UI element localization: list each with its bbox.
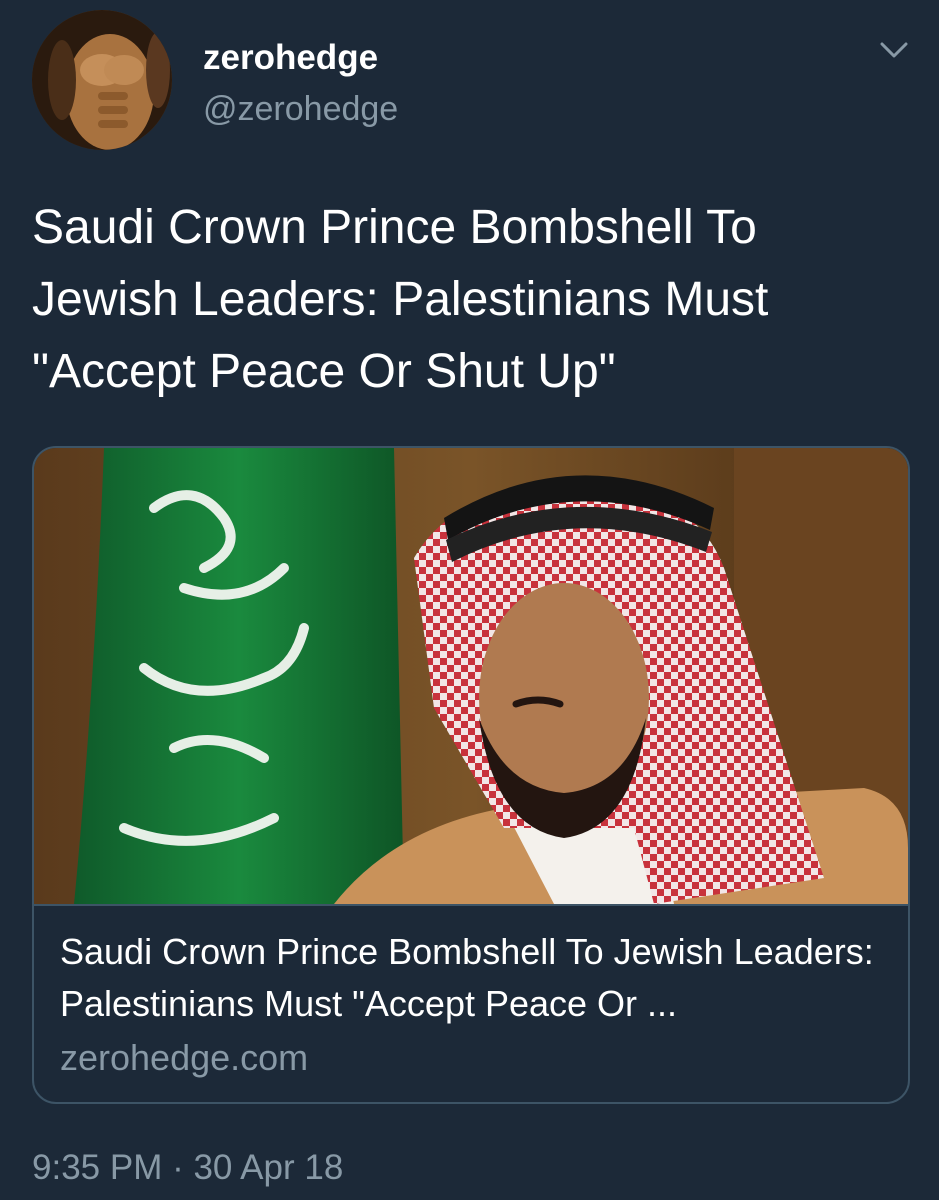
tweet: zerohedge @zerohedge Saudi Crown Prince … (0, 0, 939, 1200)
card-title[interactable]: Saudi Crown Prince Bombshell To Jewish L… (60, 926, 890, 1030)
handle[interactable]: @zerohedge (203, 88, 398, 130)
avatar-photo (32, 10, 172, 150)
card-domain[interactable]: zerohedge.com (60, 1036, 308, 1080)
chevron-down-icon[interactable] (876, 36, 912, 64)
tweet-text: Saudi Crown Prince Bombshell To Jewish L… (32, 201, 769, 398)
card-image[interactable] (34, 448, 908, 906)
avatar[interactable] (32, 10, 172, 150)
timestamp[interactable]: 9:35 PM · 30 Apr 18 (32, 1146, 343, 1190)
link-card[interactable]: Saudi Crown Prince Bombshell To Jewish L… (32, 446, 910, 1104)
display-name[interactable]: zerohedge (203, 36, 378, 80)
